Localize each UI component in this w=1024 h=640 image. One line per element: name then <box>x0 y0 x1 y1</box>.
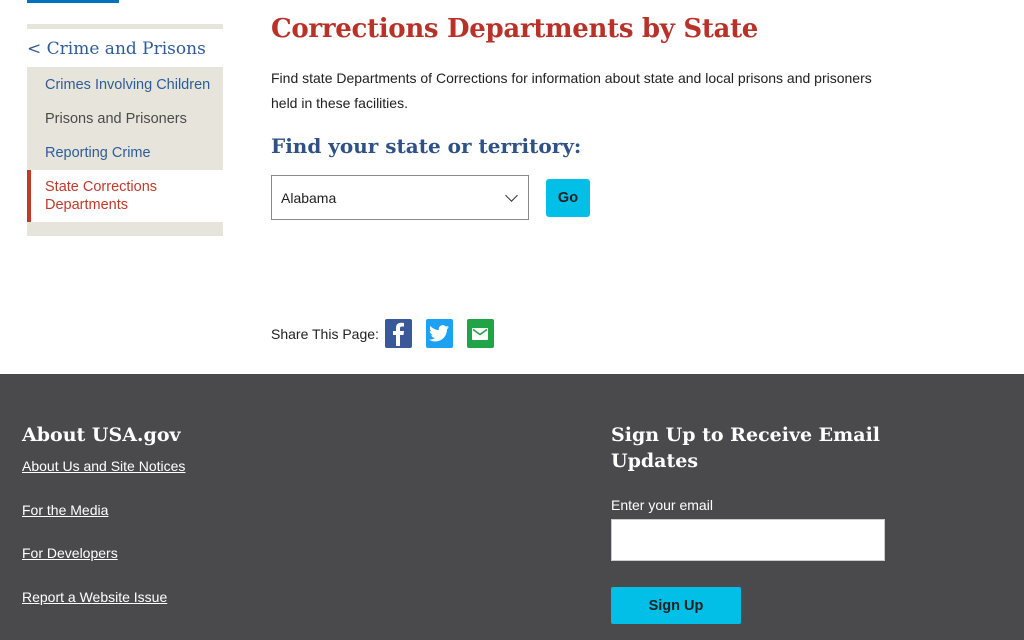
sidebar-nav: < Crime and Prisons Crimes Involving Chi… <box>27 24 223 236</box>
go-button[interactable]: Go <box>546 178 590 217</box>
facebook-icon[interactable] <box>384 319 412 348</box>
footer-about-section: About USA.gov About Us and Site Notices … <box>22 422 185 617</box>
page-title: Corrections Departments by State <box>271 14 759 44</box>
email-input[interactable] <box>611 519 885 561</box>
site-footer: About USA.gov About Us and Site Notices … <box>0 374 1024 640</box>
find-state-heading: Find your state or territory: <box>271 134 582 158</box>
main-content: Corrections Departments by State Find st… <box>271 14 891 220</box>
email-label: Enter your email <box>611 497 713 513</box>
chevron-down-icon <box>505 188 518 202</box>
footer-link-for-developers[interactable]: For Developers <box>22 545 185 574</box>
footer-signup-section: Sign Up to Receive Email Updates Enter y… <box>611 422 891 624</box>
footer-link-for-the-media[interactable]: For the Media <box>22 502 185 531</box>
footer-about-heading: About USA.gov <box>22 424 181 446</box>
sidebar-item-prisons-and-prisoners[interactable]: Prisons and Prisoners <box>27 102 223 136</box>
signup-heading: Sign Up to Receive Email Updates <box>611 424 881 472</box>
sign-up-button[interactable]: Sign Up <box>611 587 741 624</box>
sidebar-item-reporting-crime[interactable]: Reporting Crime <box>27 136 223 170</box>
share-row: Share This Page: <box>271 319 494 348</box>
sidebar-item-state-corrections-departments[interactable]: State Corrections Departments <box>27 170 223 222</box>
intro-text: Find state Departments of Corrections fo… <box>271 70 872 111</box>
state-select-value: Alabama <box>281 189 337 206</box>
top-accent-bar <box>27 0 119 3</box>
state-select-row: Alabama Go <box>271 175 891 220</box>
share-label: Share This Page: <box>271 325 379 342</box>
sidebar-list: Crimes Involving Children Prisons and Pr… <box>27 67 223 236</box>
sidebar-item-crimes-involving-children[interactable]: Crimes Involving Children <box>27 68 223 102</box>
footer-link-report-issue[interactable]: Report a Website Issue <box>22 589 185 618</box>
email-icon[interactable] <box>466 319 494 348</box>
twitter-icon[interactable] <box>425 319 453 348</box>
state-select[interactable]: Alabama <box>271 175 529 220</box>
footer-link-about-us[interactable]: About Us and Site Notices <box>22 458 185 487</box>
sidebar-back-link[interactable]: < Crime and Prisons <box>27 29 223 67</box>
